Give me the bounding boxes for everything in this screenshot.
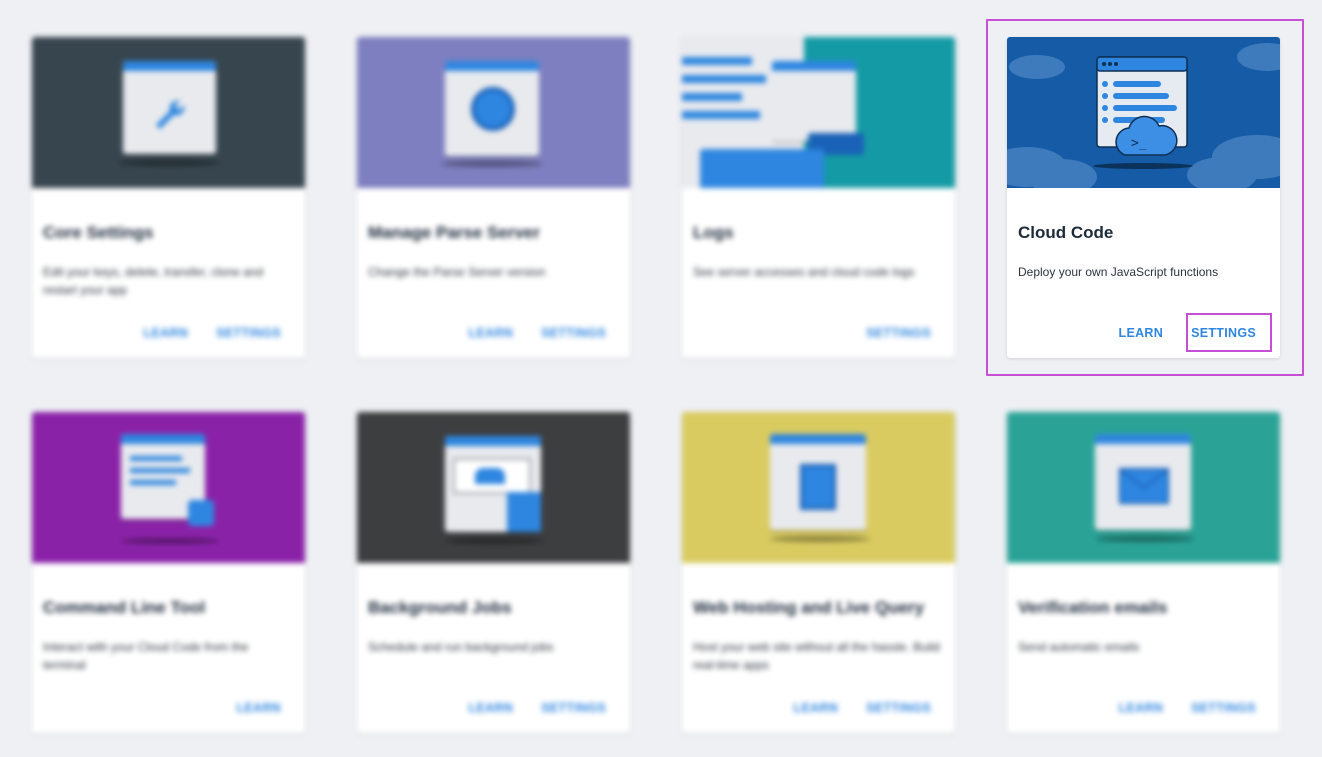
card-description: Deploy your own JavaScript functions (1018, 265, 1219, 279)
card-title: Logs (693, 223, 734, 242)
svg-text:>_: >_ (1131, 136, 1147, 151)
settings-button[interactable]: SETTINGS (208, 321, 289, 345)
card-banner (1007, 412, 1280, 563)
card-banner (357, 37, 630, 188)
server-window-icon (800, 464, 836, 510)
card-description: Send automatic emails (1018, 640, 1140, 654)
card-banner (682, 37, 955, 188)
card-manage-parse-server: Manage Parse Server Change the Parse Ser… (357, 37, 630, 358)
cloud-terminal-icon: >_ (1095, 55, 1189, 157)
card-command-line-tool: Command Line Tool Interact with your Clo… (32, 412, 305, 733)
card-background-jobs: Background Jobs Schedule and run backgro… (357, 412, 630, 733)
learn-button[interactable]: LEARN (228, 696, 289, 720)
card-description: Change the Parse Server version (368, 265, 546, 279)
wrench-icon (150, 95, 186, 131)
learn-button[interactable]: LEARN (786, 696, 847, 720)
card-banner (357, 412, 630, 563)
learn-button[interactable]: LEARN (1111, 696, 1172, 720)
card-verification-emails: Verification emails Send automatic email… (1007, 412, 1280, 733)
settings-button[interactable]: SETTINGS (1183, 696, 1264, 720)
card-cloud-code: >_ Cloud Code Deploy your own JavaScript… (1007, 37, 1280, 358)
learn-button[interactable]: LEARN (461, 321, 522, 345)
card-title: Manage Parse Server (368, 223, 540, 242)
card-banner: >_ (1007, 37, 1280, 188)
card-title: Core Settings (43, 223, 154, 242)
settings-button[interactable]: SETTINGS (533, 696, 614, 720)
card-description: Edit your keys, delete, transfer, clone … (43, 265, 264, 297)
settings-button[interactable]: SETTINGS (1183, 321, 1264, 345)
card-banner (32, 37, 305, 188)
card-core-settings: Core Settings Edit your keys, delete, tr… (32, 37, 305, 358)
settings-button[interactable]: SETTINGS (533, 321, 614, 345)
settings-button[interactable]: SETTINGS (858, 696, 939, 720)
settings-button[interactable]: SETTINGS (858, 321, 939, 345)
card-title: Cloud Code (1018, 223, 1114, 242)
card-title: Background Jobs (368, 598, 512, 617)
envelope-icon (1119, 468, 1169, 504)
card-description: Interact with your Cloud Code from the t… (43, 640, 249, 672)
card-banner (32, 412, 305, 563)
learn-button[interactable]: LEARN (461, 696, 522, 720)
card-description: See server accesses and cloud code logs (693, 265, 915, 279)
card-title: Command Line Tool (43, 598, 206, 617)
card-banner (682, 412, 955, 563)
card-logs: Logs See server accesses and cloud code … (682, 37, 955, 358)
terminal-window-icon (188, 500, 214, 526)
card-description: Host your web site without all the hassl… (693, 640, 940, 672)
card-title: Verification emails (1018, 598, 1168, 617)
card-web-hosting: Web Hosting and Live Query Host your web… (682, 412, 955, 733)
learn-button[interactable]: LEARN (136, 321, 197, 345)
learn-button[interactable]: LEARN (1111, 321, 1172, 345)
logs-window-icon (772, 61, 856, 141)
card-description: Schedule and run background jobs (368, 640, 554, 654)
card-title: Web Hosting and Live Query (693, 598, 925, 617)
gear-icon (471, 87, 515, 131)
